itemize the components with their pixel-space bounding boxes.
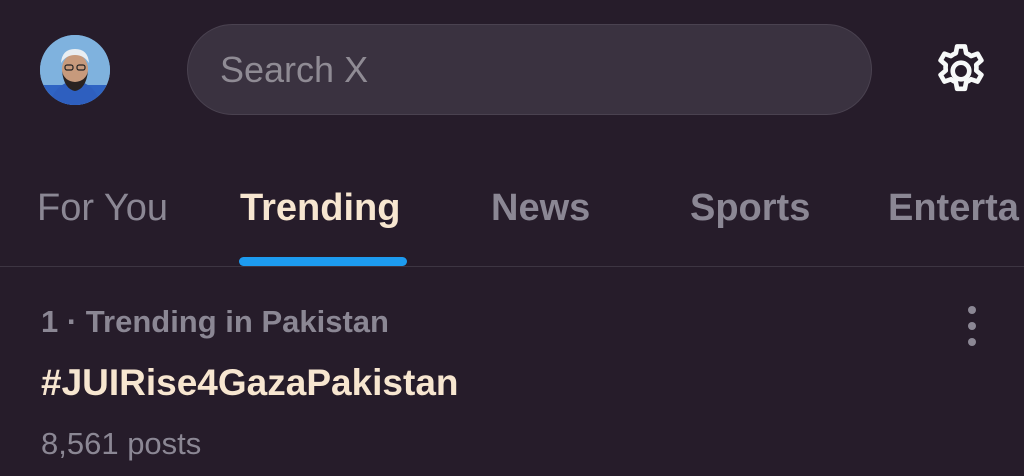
user-avatar-icon <box>40 35 110 105</box>
more-dot-icon <box>968 338 976 346</box>
search-placeholder: Search X <box>220 48 369 90</box>
gear-icon <box>938 44 984 92</box>
trend-post-count: 8,561 posts <box>41 426 202 461</box>
avatar[interactable] <box>40 35 110 105</box>
active-tab-indicator <box>239 257 407 266</box>
tab-news[interactable]: News <box>491 150 590 266</box>
trend-item[interactable]: 1 · Trending in Pakistan #JUIRise4GazaPa… <box>0 268 1024 476</box>
search-input[interactable]: Search X <box>187 24 872 115</box>
more-options-button[interactable] <box>958 306 986 346</box>
trend-context: 1 · Trending in Pakistan <box>41 304 389 339</box>
tab-sports[interactable]: Sports <box>690 150 810 266</box>
settings-button[interactable] <box>930 40 992 102</box>
tab-for-you[interactable]: For You <box>37 150 168 266</box>
tab-trending[interactable]: Trending <box>240 150 400 266</box>
explore-tabs: For You Trending News Sports Enterta <box>0 150 1024 267</box>
tab-entertainment[interactable]: Enterta <box>888 150 1019 266</box>
trend-hashtag[interactable]: #JUIRise4GazaPakistan <box>41 362 459 404</box>
more-dot-icon <box>968 306 976 314</box>
top-bar: Search X <box>0 0 1024 140</box>
more-dot-icon <box>968 322 976 330</box>
